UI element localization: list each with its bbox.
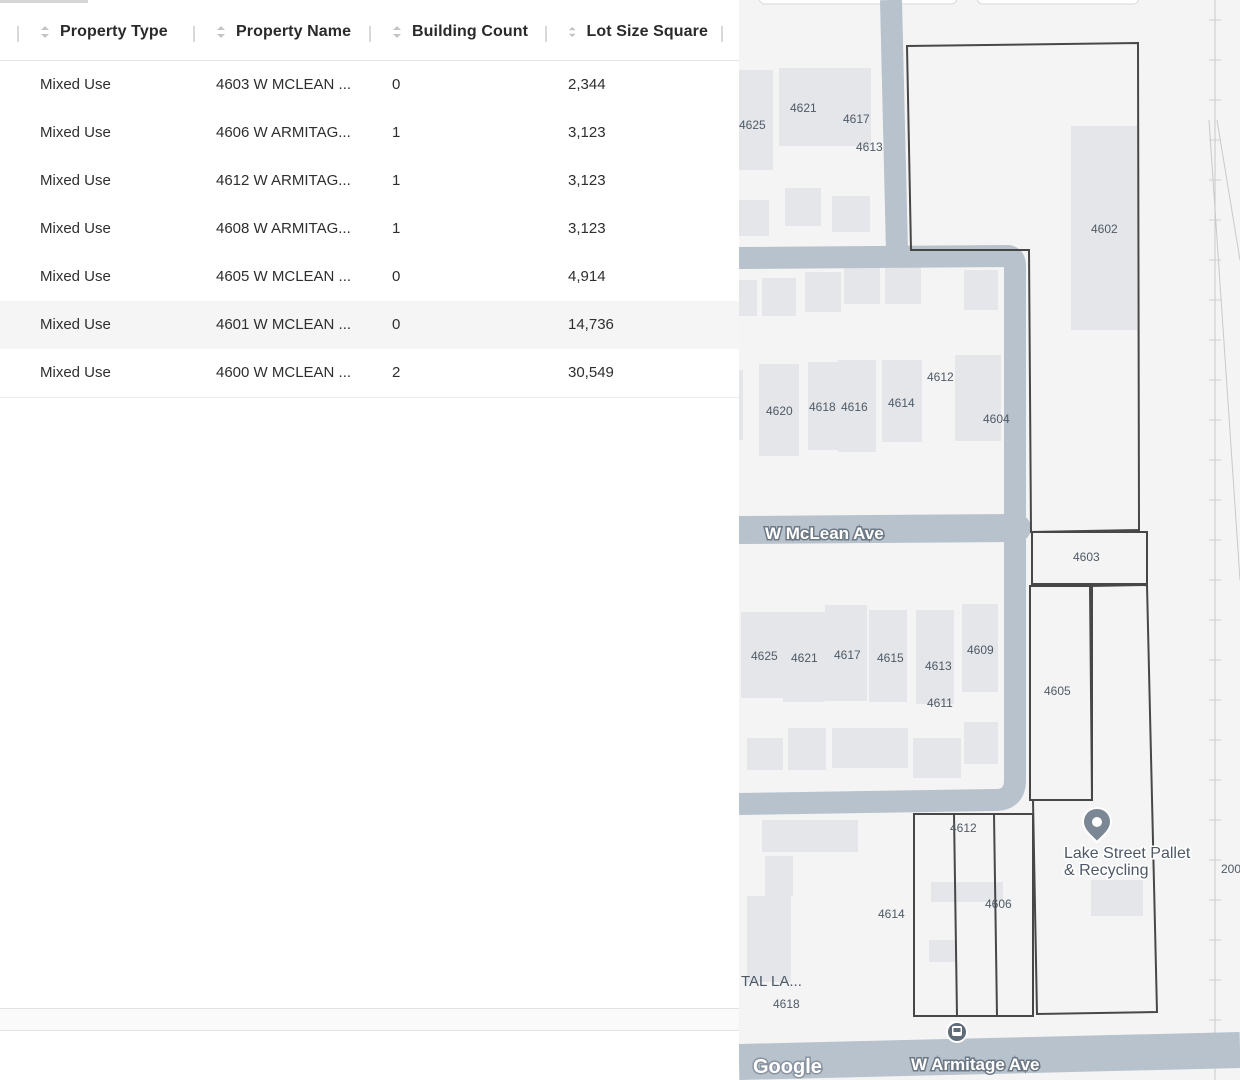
column-header-lot-size[interactable]: Lot Size Square <box>568 4 708 60</box>
map-view[interactable]: 4625 4621 4617 4613 4602 4612 4620 4618 … <box>739 0 1240 1080</box>
lot-label: 4602 <box>1091 222 1118 236</box>
sort-updown-icon[interactable] <box>40 25 50 39</box>
column-header-building-count[interactable]: Building Count <box>392 4 542 60</box>
lot-label: 4613 <box>925 659 952 673</box>
lot-label: 4625 <box>739 118 766 132</box>
cell-property-name[interactable]: 4603 W MCLEAN ... <box>216 61 366 109</box>
cell-lot-size: 3,123 <box>568 124 606 141</box>
cell-building-count: 1 <box>392 220 401 237</box>
cell-property-type: Mixed Use <box>40 220 111 237</box>
cell-building-count: 0 <box>392 316 401 333</box>
cell-building-count: 1 <box>392 172 401 189</box>
column-header-label: Lot Size Square <box>586 23 708 40</box>
cell-property-type: Mixed Use <box>40 364 111 381</box>
cell-property-name[interactable]: 4606 W ARMITAG... <box>216 109 366 157</box>
cell-building-count: 0 <box>392 268 401 285</box>
parcel-4601[interactable] <box>1031 583 1159 1016</box>
lot-label: 4605 <box>1044 684 1071 698</box>
lot-label: 200 <box>1221 862 1240 876</box>
parcel-4612[interactable] <box>913 813 1034 1017</box>
cell-lot-size: 4,914 <box>568 268 606 285</box>
lot-label: 4617 <box>834 648 861 662</box>
cell-property-name[interactable]: 4608 W ARMITAG... <box>216 205 366 253</box>
cell-lot-size: 2,344 <box>568 76 606 93</box>
column-header-property-type[interactable]: Property Type <box>40 4 190 60</box>
cell-property-type: Mixed Use <box>40 172 111 189</box>
google-logo[interactable]: Google <box>752 1055 824 1080</box>
cell-property-name[interactable]: 4600 W MCLEAN ... <box>216 349 366 397</box>
map-control-pill[interactable] <box>976 0 1140 5</box>
table-footer <box>0 1031 739 1080</box>
lot-label: 4617 <box>843 112 870 126</box>
column-resize-handle[interactable] <box>721 26 723 42</box>
top-tab-indicator <box>0 0 88 3</box>
lot-label: 4611 <box>927 696 953 710</box>
cell-building-count: 1 <box>392 124 401 141</box>
cell-property-type: Mixed Use <box>40 124 111 141</box>
lot-label: 4620 <box>766 404 793 418</box>
results-table-panel: Property Type Property Name Building Cou… <box>0 0 740 1080</box>
cell-property-name[interactable]: 4605 W MCLEAN ... <box>216 253 366 301</box>
column-resize-handle[interactable] <box>17 26 19 42</box>
lot-label: 4614 <box>878 907 905 921</box>
table-row[interactable]: Mixed Use 4605 W MCLEAN ... 0 4,914 <box>0 253 739 302</box>
column-resize-handle[interactable] <box>545 26 547 42</box>
bus-stop-icon[interactable] <box>946 1021 968 1043</box>
lot-label: 4618 <box>773 997 800 1011</box>
sort-updown-icon[interactable] <box>392 25 402 39</box>
column-header-label: Building Count <box>412 23 529 40</box>
lot-label: 4618 <box>809 400 836 414</box>
lot-label: 4615 <box>877 651 904 665</box>
column-header-label: Property Type <box>60 23 168 40</box>
map-control-pill[interactable] <box>758 0 958 5</box>
cell-property-name[interactable]: 4612 W ARMITAG... <box>216 157 366 205</box>
cell-property-type: Mixed Use <box>40 268 111 285</box>
lot-label: 4625 <box>751 649 778 663</box>
table-row[interactable]: Mixed Use 4603 W MCLEAN ... 0 2,344 <box>0 61 739 110</box>
table-row[interactable]: Mixed Use 4600 W MCLEAN ... 2 30,549 <box>0 349 739 398</box>
lot-label: 4603 <box>1073 550 1100 564</box>
lot-label: 4606 <box>985 897 1012 911</box>
table-row[interactable]: Mixed Use 4606 W ARMITAG... 1 3,123 <box>0 109 739 158</box>
cell-lot-size: 3,123 <box>568 220 606 237</box>
cell-building-count: 0 <box>392 76 401 93</box>
column-header-property-name[interactable]: Property Name <box>216 4 366 60</box>
table-row-hovered[interactable]: Mixed Use 4601 W MCLEAN ... 0 14,736 <box>0 301 739 350</box>
sort-updown-icon[interactable] <box>568 25 576 39</box>
horizontal-scrollbar[interactable] <box>0 1008 739 1031</box>
poi-label-line1[interactable]: Lake Street Pallet <box>1063 844 1193 864</box>
poi-label-line2[interactable]: & Recycling <box>1063 861 1150 881</box>
cell-lot-size: 30,549 <box>568 364 614 381</box>
table-header-row: Property Type Property Name Building Cou… <box>0 4 739 61</box>
column-resize-handle[interactable] <box>369 26 371 42</box>
cell-lot-size: 14,736 <box>568 316 614 333</box>
map-canvas[interactable]: 4625 4621 4617 4613 4602 4612 4620 4618 … <box>739 0 1240 1080</box>
lot-label: 4621 <box>790 101 817 115</box>
cell-building-count: 2 <box>392 364 401 381</box>
column-header-label: Property Name <box>236 23 352 40</box>
cell-property-type: Mixed Use <box>40 316 111 333</box>
sort-updown-icon[interactable] <box>216 25 226 39</box>
place-label: TAL LA... <box>741 973 802 990</box>
lot-label: 4612 <box>927 370 954 384</box>
cell-lot-size: 3,123 <box>568 172 606 189</box>
street-label-mclean: W McLean Ave <box>765 524 884 543</box>
column-resize-handle[interactable] <box>193 26 195 42</box>
lot-label: 4621 <box>791 651 818 665</box>
app-root: Property Type Property Name Building Cou… <box>0 0 1240 1080</box>
map-pin-icon[interactable] <box>1081 806 1113 844</box>
street-label-armitage: W Armitage Ave <box>911 1055 1039 1074</box>
lot-label: 4604 <box>983 412 1010 426</box>
lot-number-labels: 4625 4621 4617 4613 4602 4612 4620 4618 … <box>739 101 1240 1011</box>
table-row[interactable]: Mixed Use 4608 W ARMITAG... 1 3,123 <box>0 205 739 254</box>
table-row[interactable]: Mixed Use 4612 W ARMITAG... 1 3,123 <box>0 157 739 206</box>
lot-label: 4614 <box>888 396 915 410</box>
lot-label: 4609 <box>967 643 994 657</box>
cell-property-name[interactable]: 4601 W MCLEAN ... <box>216 301 366 349</box>
lot-label: 4613 <box>856 140 883 154</box>
lot-label: 4616 <box>841 400 868 414</box>
cell-property-type: Mixed Use <box>40 76 111 93</box>
lot-label: 4612 <box>950 821 977 835</box>
